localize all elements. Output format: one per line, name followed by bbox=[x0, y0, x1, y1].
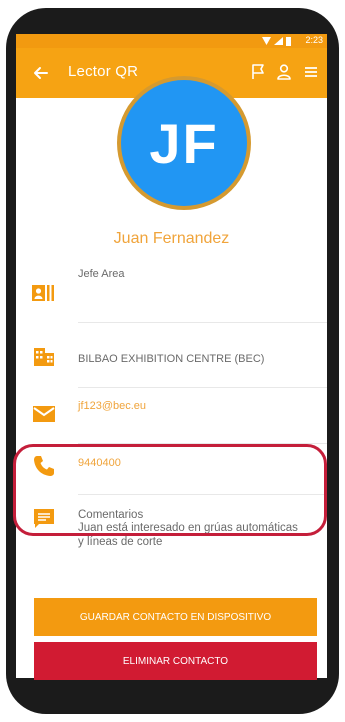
menu-icon[interactable] bbox=[301, 62, 321, 82]
email-link[interactable]: jf123@bec.eu bbox=[78, 400, 146, 412]
save-contact-button[interactable]: GUARDAR CONTACTO EN DISPOSITIVO bbox=[34, 598, 317, 636]
status-icons bbox=[262, 36, 291, 46]
comments-line-2: y líneas de corte bbox=[78, 536, 163, 548]
comments-highlight-outline bbox=[13, 444, 327, 536]
company-row: BILBAO EXHIBITION CENTRE (BEC) bbox=[16, 323, 327, 387]
status-time: 2:23 bbox=[305, 35, 323, 45]
position-text: Jefe Area bbox=[78, 268, 125, 280]
wifi-icon bbox=[262, 37, 271, 45]
back-arrow-icon[interactable] bbox=[30, 62, 52, 84]
id-card-icon bbox=[32, 285, 54, 301]
company-text: BILBAO EXHIBITION CENTRE (BEC) bbox=[78, 353, 265, 365]
app-screen: 2:23 Lector QR JF Juan Fernandez Jefe Ar… bbox=[16, 34, 327, 678]
signal-icon bbox=[274, 37, 283, 45]
avatar-initials: JF bbox=[149, 111, 219, 175]
position-row: Jefe Area bbox=[16, 260, 327, 322]
status-bar: 2:23 bbox=[16, 34, 327, 48]
person-icon[interactable] bbox=[274, 62, 294, 82]
building-icon bbox=[34, 348, 54, 366]
delete-contact-button[interactable]: ELIMINAR CONTACTO bbox=[34, 642, 317, 680]
avatar: JF bbox=[121, 80, 247, 206]
email-row[interactable]: jf123@bec.eu bbox=[16, 388, 327, 443]
mail-icon bbox=[33, 406, 55, 422]
contact-name: Juan Fernandez bbox=[113, 230, 230, 247]
battery-icon bbox=[286, 36, 291, 46]
app-title: Lector QR bbox=[68, 63, 139, 80]
flag-icon[interactable] bbox=[248, 62, 268, 82]
